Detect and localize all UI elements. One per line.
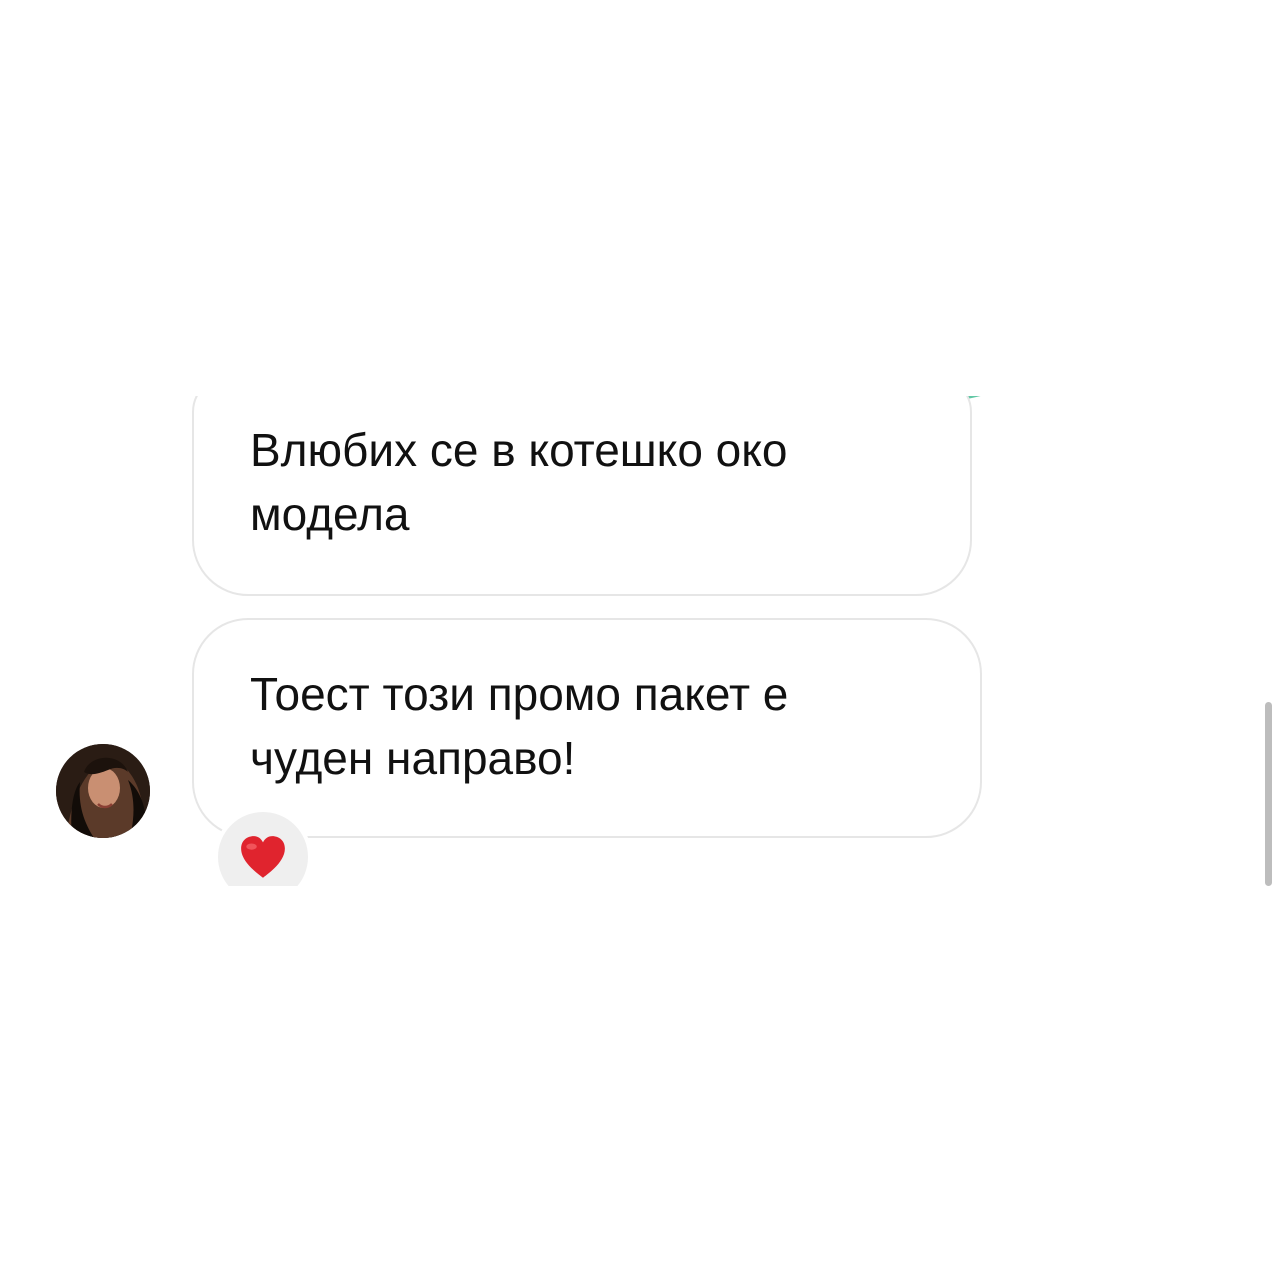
message-bubble[interactable]: Тоест този промо пакет е чуден направо! xyxy=(192,618,982,838)
message-text: Тоест този промо пакет е чуден направо! xyxy=(250,668,789,784)
message-bubble[interactable]: Влюбих се в котешко око модела xyxy=(192,396,972,596)
chat-thread[interactable]: Влюбих се в котешко око модела Тоест тоз… xyxy=(0,396,1284,886)
scrollbar[interactable] xyxy=(1265,702,1272,886)
screenshot-canvas: Влюбих се в котешко око модела Тоест тоз… xyxy=(0,0,1284,1284)
avatar[interactable] xyxy=(56,744,150,838)
profile-photo-icon xyxy=(56,744,150,838)
message-text: Влюбих се в котешко око модела xyxy=(250,424,788,540)
heart-icon xyxy=(241,836,285,878)
